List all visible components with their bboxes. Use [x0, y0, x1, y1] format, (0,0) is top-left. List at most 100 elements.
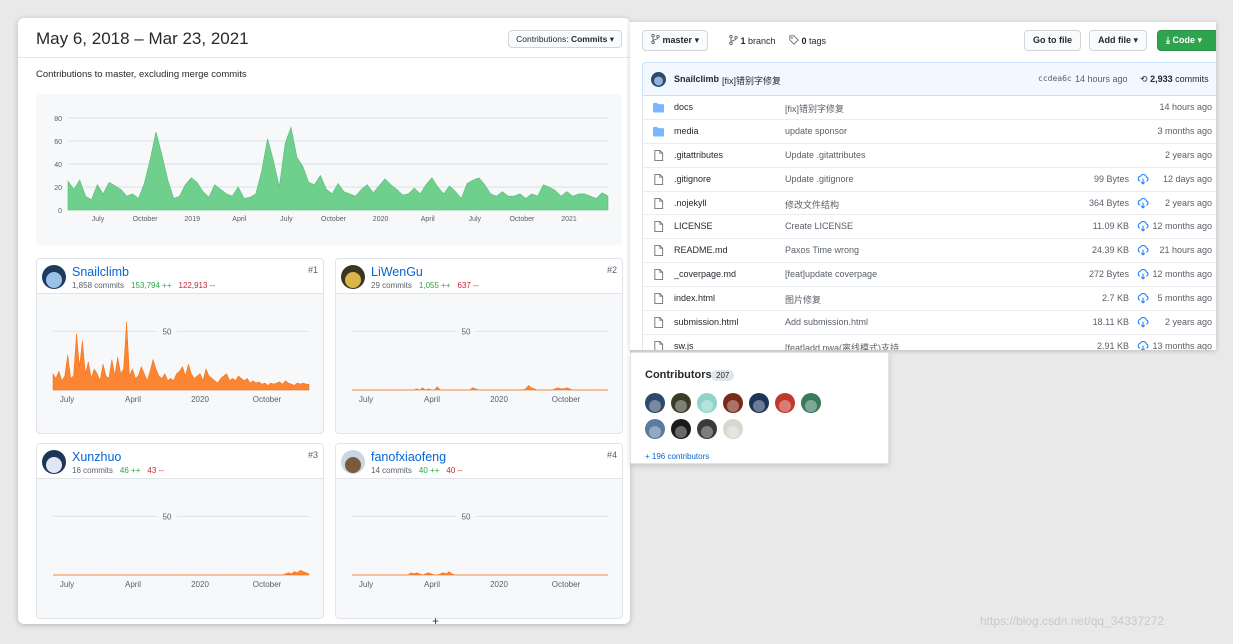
- contributor-avatar[interactable]: [697, 393, 717, 413]
- file-commit-message[interactable]: [fix]错别字修复: [785, 102, 844, 115]
- contributor-name[interactable]: LiWenGu: [371, 265, 423, 279]
- contributor-name[interactable]: fanofxiaofeng: [371, 450, 446, 464]
- x-tick-label: October: [253, 395, 282, 404]
- file-commit-message[interactable]: Paxos Time wrong: [785, 245, 859, 255]
- file-row[interactable]: media update sponsor 3 months ago: [643, 120, 1216, 144]
- file-row[interactable]: .gitignore Update .gitignore 99 Bytes 12 da…: [643, 168, 1216, 192]
- file-row[interactable]: .nojekyll 修改文件结构 364 Bytes 2 years ago: [643, 192, 1216, 216]
- tags-link[interactable]: 0 tags: [789, 35, 826, 46]
- commit-author[interactable]: Snailclimb: [674, 74, 719, 84]
- file-row[interactable]: .gitattributes Update .gitattributes 2 yea…: [643, 144, 1216, 168]
- contributor-avatar[interactable]: [671, 419, 691, 439]
- file-icon: [654, 149, 664, 161]
- file-commit-message[interactable]: Create LICENSE: [785, 221, 853, 231]
- x-tick-label: 2021: [561, 216, 577, 223]
- cloud-download-icon[interactable]: [1137, 197, 1149, 209]
- contributor-avatar[interactable]: [697, 419, 717, 439]
- file-icon: [654, 340, 664, 350]
- file-name[interactable]: LICENSE: [674, 221, 713, 231]
- contributor-avatar[interactable]: [775, 393, 795, 413]
- file-row[interactable]: sw.js [feat]add pwa(离线模式)支持 2.91 KB 13 mont…: [643, 335, 1216, 350]
- branches-link[interactable]: 1 branch: [729, 35, 776, 46]
- cloud-download-icon[interactable]: [1137, 173, 1149, 185]
- contributor-name[interactable]: Snailclimb: [72, 265, 129, 279]
- contributions-type-select[interactable]: Contributions: Commits ▾: [508, 30, 622, 48]
- contributor-avatar[interactable]: [42, 450, 66, 474]
- contributors-graph-panel: May 6, 2018 – Mar 23, 2021 Contributions…: [18, 18, 630, 624]
- contributor-stats: 1,858 commits 153,794 ++ 122,913 --: [72, 281, 215, 290]
- contributor-avatar[interactable]: [645, 419, 665, 439]
- cloud-download-icon[interactable]: [1137, 245, 1149, 256]
- contributor-avatar[interactable]: [749, 393, 769, 413]
- file-name[interactable]: docs: [674, 102, 693, 112]
- commit-count[interactable]: 29 commits: [371, 281, 412, 290]
- file-name[interactable]: .gitignore: [674, 174, 711, 184]
- commit-count[interactable]: 1,858 commits: [72, 281, 124, 290]
- file-size: 2.7 KB: [1101, 293, 1129, 304]
- contributor-avatar[interactable]: [645, 393, 665, 413]
- contributor-avatar[interactable]: [42, 265, 66, 289]
- contributor-avatar[interactable]: [671, 393, 691, 413]
- file-commit-message[interactable]: Add submission.html: [785, 317, 868, 327]
- file-commit-message[interactable]: 图片修复: [785, 293, 821, 306]
- contributor-avatar[interactable]: [723, 419, 743, 439]
- contributors-title[interactable]: Contributors: [645, 369, 712, 381]
- file-row[interactable]: index.html 图片修复 2.7 KB 5 months ago: [643, 287, 1216, 312]
- cloud-download-icon[interactable]: [1137, 340, 1149, 350]
- add-file-button[interactable]: Add file ▾: [1089, 30, 1148, 51]
- contributor-name[interactable]: Xunzhuo: [72, 450, 121, 464]
- cloud-download-icon[interactable]: [1137, 317, 1149, 328]
- file-icon: [654, 317, 664, 329]
- file-name[interactable]: .nojekyll: [674, 198, 707, 208]
- file-commit-time: 2 years ago: [1164, 149, 1212, 160]
- file-row[interactable]: README.md Paxos Time wrong 24.39 KB 21 hour…: [643, 239, 1216, 264]
- more-contributors-link[interactable]: + 196 contributors: [645, 452, 709, 461]
- contributor-avatar[interactable]: [801, 393, 821, 413]
- commit-message[interactable]: [fix]错别字修复: [722, 74, 781, 87]
- x-tick-label: October: [552, 395, 581, 404]
- file-name[interactable]: sw.js: [674, 341, 694, 350]
- date-range-title: May 6, 2018 – Mar 23, 2021: [36, 29, 249, 48]
- cloud-download-icon[interactable]: [1137, 293, 1149, 304]
- commit-author-avatar[interactable]: [651, 72, 666, 87]
- file-commit-message[interactable]: update sponsor: [785, 126, 847, 136]
- contributions-select-label: Contributions:: [516, 34, 569, 44]
- file-name[interactable]: submission.html: [674, 317, 739, 327]
- commit-count[interactable]: 16 commits: [72, 466, 113, 475]
- branch-select-button[interactable]: master ▾: [642, 30, 709, 51]
- additions-count: 46 ++: [119, 466, 141, 475]
- contributor-card: LiWenGu 29 commits 1,055 ++ 637 -- #2 50 July A…: [335, 258, 623, 434]
- file-row[interactable]: submission.html Add submission.html 18.11 …: [643, 311, 1216, 335]
- file-commit-message[interactable]: Update .gitattributes: [785, 150, 866, 160]
- contributor-avatar[interactable]: [341, 265, 365, 289]
- file-commit-message[interactable]: [feat]update coverpage: [785, 269, 877, 279]
- cloud-download-icon[interactable]: [1137, 269, 1149, 280]
- code-button[interactable]: ⤓ Code ▾: [1157, 30, 1216, 51]
- tags-word: tags: [809, 36, 827, 46]
- file-name[interactable]: media: [674, 126, 699, 136]
- cloud-download-icon[interactable]: [1137, 221, 1149, 233]
- contributor-avatar[interactable]: [341, 450, 365, 474]
- file-name[interactable]: _coverpage.md: [674, 269, 736, 279]
- commit-hash[interactable]: ccdea6c: [1038, 74, 1072, 83]
- file-row[interactable]: _coverpage.md [feat]update coverpage 272 B…: [643, 263, 1216, 288]
- go-to-file-button[interactable]: Go to file: [1024, 30, 1081, 51]
- x-tick-label: April: [424, 580, 440, 589]
- file-icon: [654, 269, 664, 281]
- file-name[interactable]: README.md: [674, 245, 728, 255]
- file-commit-message[interactable]: [feat]add pwa(离线模式)支持: [785, 341, 899, 350]
- watermark-text: https://blog.csdn.net/qq_34337272: [980, 614, 1165, 628]
- file-name[interactable]: index.html: [674, 293, 715, 303]
- contributor-card: Xunzhuo 16 commits 46 ++ 43 -- #3 50 July April…: [36, 443, 324, 619]
- card-header: Snailclimb 1,858 commits 153,794 ++ 122,913…: [37, 259, 323, 294]
- x-tick-label: July: [359, 580, 373, 589]
- file-row[interactable]: LICENSE Create LICENSE 11.09 KB 12 months a…: [643, 215, 1216, 240]
- commit-history-link[interactable]: ⟲ 2,933 commits: [1140, 74, 1209, 85]
- file-name[interactable]: .gitattributes: [674, 150, 723, 160]
- file-commit-message[interactable]: Update .gitignore: [785, 174, 854, 184]
- file-commit-message[interactable]: 修改文件结构: [785, 198, 839, 211]
- commit-count[interactable]: 14 commits: [371, 466, 412, 475]
- file-row[interactable]: docs [fix]错别字修复 14 hours ago: [643, 96, 1216, 120]
- contributor-avatar[interactable]: [723, 393, 743, 413]
- file-icon: [654, 197, 664, 209]
